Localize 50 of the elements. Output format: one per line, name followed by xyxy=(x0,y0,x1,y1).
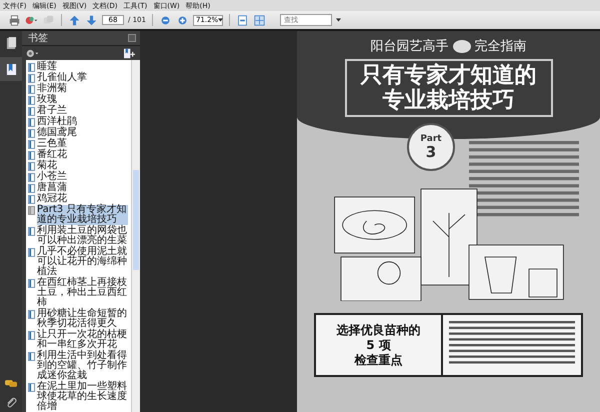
arrow-up-icon[interactable] xyxy=(68,14,81,26)
bookmark-item[interactable]: 三色堇 xyxy=(37,139,128,149)
bookmarks-tab[interactable] xyxy=(0,57,22,81)
bookmark-item[interactable]: 用砂糖让生命短暂的秋季切花活得更久 xyxy=(37,309,128,329)
bookmark-item[interactable]: 利用生活中到处看得到的空罐、竹子制作成迷你盆栽 xyxy=(37,351,128,381)
bookmark-item[interactable]: 小苍兰 xyxy=(37,172,128,182)
panel-title: 书签 xyxy=(28,32,48,44)
bookmark-icon xyxy=(6,62,16,76)
box-title: 检查重点 xyxy=(354,352,402,368)
box-title: 5 项 xyxy=(366,338,391,352)
bookmark-item[interactable]: 君子兰 xyxy=(37,106,128,116)
bookmark-item[interactable]: 番红花 xyxy=(37,150,128,160)
bookmark-item[interactable]: 鸡冠花 xyxy=(37,194,128,204)
page-title: 专业栽培技巧 xyxy=(382,88,514,113)
bookmark-icon xyxy=(28,206,35,215)
gear-icon[interactable] xyxy=(26,48,39,58)
pages-icon xyxy=(6,36,16,50)
bookmark-item[interactable]: 睡莲 xyxy=(37,62,128,72)
arrow-down-icon[interactable] xyxy=(85,14,98,26)
comment-icon[interactable] xyxy=(5,378,17,389)
bookmark-item[interactable]: Part3 只有专家才知道的专业栽培技巧 xyxy=(37,205,128,225)
part-number: 3 xyxy=(426,144,436,160)
share-icon[interactable] xyxy=(25,14,38,26)
fit-page-icon[interactable] xyxy=(236,14,249,26)
bookmark-item[interactable]: 在泥土里加一些塑料球使花草的生长速度倍增 xyxy=(37,382,128,412)
fit-width-icon[interactable] xyxy=(252,14,266,26)
bookmark-item[interactable]: 利用装土豆的网袋也可以种出漂亮的生菜 xyxy=(37,226,128,246)
bookmark-item[interactable]: 唐菖蒲 xyxy=(37,183,128,193)
bookmark-item[interactable]: 玫瑰 xyxy=(37,95,128,105)
caret-icon xyxy=(218,18,224,22)
bookmark-item[interactable]: 菊花 xyxy=(37,161,128,171)
paperclip-icon[interactable] xyxy=(5,397,17,408)
printer-icon[interactable] xyxy=(8,14,21,26)
part-label: Part xyxy=(420,134,442,144)
series-title: 阳台园艺高手 xyxy=(370,38,448,55)
zoom-out-icon[interactable] xyxy=(158,14,172,26)
zoom-in-icon[interactable] xyxy=(176,14,189,26)
series-subtitle: 完全指南 xyxy=(474,38,526,55)
bookmark-item[interactable]: 西洋杜鹃 xyxy=(37,117,128,127)
bookmark-item[interactable]: 让只开一次花的枯梗和一串红多次开花 xyxy=(37,330,128,350)
box-title: 选择优良苗种的 xyxy=(336,322,420,338)
bookmark-item[interactable]: 在西红柿茎上再接枝土豆，种出土豆西红柿 xyxy=(37,278,128,308)
bookmark-item[interactable]: 孔雀仙人掌 xyxy=(37,73,128,83)
page-title: 只有专家才知道的 xyxy=(360,63,536,88)
bookmark-item[interactable]: 非洲菊 xyxy=(37,84,128,94)
close-icon[interactable] xyxy=(128,34,136,42)
new-bookmark-icon[interactable] xyxy=(123,48,136,58)
bookmark-item[interactable]: 德国鸢尾 xyxy=(37,128,128,138)
caret-icon[interactable] xyxy=(336,18,341,22)
bookmark-item[interactable]: 几乎不必使用泥土就可以让花开的海绵种植法 xyxy=(37,247,128,277)
